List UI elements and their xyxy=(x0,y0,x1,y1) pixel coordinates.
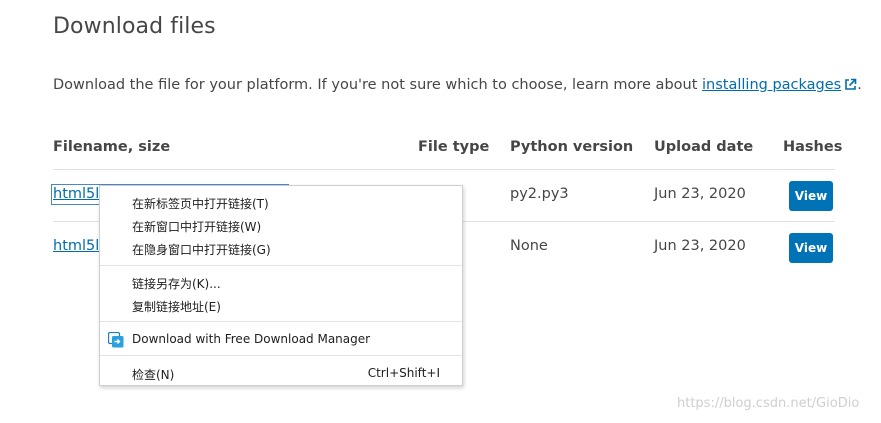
table-divider xyxy=(53,169,835,170)
python-version-cell: py2.py3 xyxy=(510,186,569,202)
upload-date-cell: Jun 23, 2020 xyxy=(654,186,746,202)
menu-separator xyxy=(100,355,462,356)
description-period: . xyxy=(857,77,862,93)
view-hashes-button[interactable]: View xyxy=(789,233,833,263)
menu-item-save-link-as[interactable]: 链接另存为(K)... xyxy=(132,275,221,292)
upload-date-cell: Jun 23, 2020 xyxy=(654,238,746,254)
header-filename: Filename, size xyxy=(53,139,171,155)
header-hashes: Hashes xyxy=(783,139,843,155)
description-text: Download the file for your platform. If … xyxy=(53,77,703,93)
context-menu: 在新标签页中打开链接(T) 在新窗口中打开链接(W) 在隐身窗口中打开链接(G)… xyxy=(99,185,463,386)
header-upload-date: Upload date xyxy=(654,139,754,155)
header-python-version: Python version xyxy=(510,139,634,155)
menu-separator xyxy=(100,321,462,322)
file-link[interactable]: html5li xyxy=(53,186,103,202)
fdm-icon xyxy=(108,332,124,348)
menu-item-open-incognito[interactable]: 在隐身窗口中打开链接(G) xyxy=(132,241,271,258)
page-description: Download the file for your platform. If … xyxy=(53,77,862,93)
menu-separator xyxy=(100,265,462,266)
menu-item-inspect[interactable]: 检查(N) xyxy=(132,366,174,383)
menu-item-fdm-download[interactable]: Download with Free Download Manager xyxy=(132,332,370,346)
menu-item-copy-link[interactable]: 复制链接地址(E) xyxy=(132,298,221,315)
menu-item-open-new-tab[interactable]: 在新标签页中打开链接(T) xyxy=(132,195,269,212)
external-link-icon xyxy=(845,78,857,90)
installing-packages-link[interactable]: installing packages xyxy=(702,77,857,93)
installing-packages-label: installing packages xyxy=(702,77,842,93)
menu-item-open-new-window[interactable]: 在新窗口中打开链接(W) xyxy=(132,218,261,235)
watermark: https://blog.csdn.net/GioDio xyxy=(677,396,860,411)
file-link[interactable]: html5li xyxy=(53,238,103,254)
view-hashes-button[interactable]: View xyxy=(789,181,833,211)
python-version-cell: None xyxy=(510,238,548,254)
page-title: Download files xyxy=(53,14,216,39)
header-file-type: File type xyxy=(418,139,490,155)
inspect-shortcut: Ctrl+Shift+I xyxy=(367,366,440,380)
